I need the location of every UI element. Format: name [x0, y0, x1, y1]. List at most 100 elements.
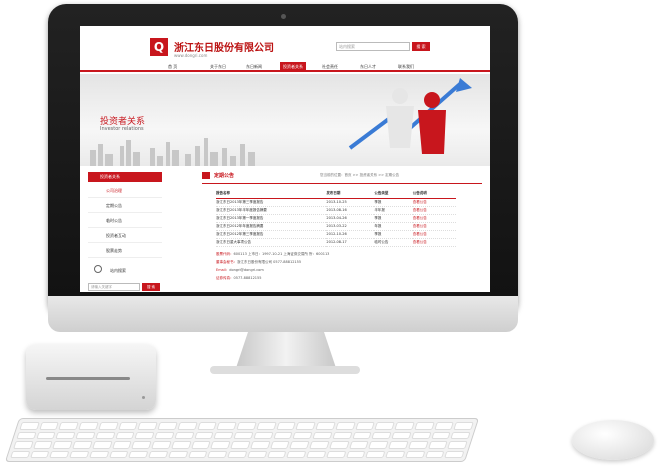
key [256, 422, 277, 430]
key [111, 441, 133, 449]
table-cell[interactable]: 查看公告 [412, 206, 456, 215]
nav-item[interactable]: 社会责任 [322, 64, 338, 70]
table-row[interactable]: 浙江东日2013年第三季度报告 2013-10-25 季报 查看公告 [216, 198, 456, 207]
key [368, 441, 389, 449]
info-text: dongri@dongri.com [229, 268, 264, 272]
table-cell[interactable]: 浙江东日2013年第三季度报告 [216, 198, 327, 207]
table-cell: 2013-08-16 [326, 206, 375, 215]
nav-item[interactable]: 投资者关系 [280, 62, 306, 72]
table-cell[interactable]: 查看公告 [412, 214, 456, 223]
column-header: 公告类型 [374, 190, 413, 199]
key [433, 422, 455, 430]
reports-table: 报告名称 发布日期 公告类型 公告说明 浙江东日2013年第三季度报告 2013-10-… [216, 190, 456, 247]
table-cell: 季报 [374, 198, 413, 207]
nav-item[interactable]: 首 页 [168, 64, 177, 70]
key [266, 450, 287, 458]
sidebar-item[interactable]: 临时公告 [88, 214, 162, 228]
nav-item[interactable]: 东日新闻 [246, 64, 262, 70]
table-row[interactable]: 浙江东日2012年年度报告摘要 2013-03-22 年报 查看公告 [216, 222, 456, 231]
key [29, 450, 51, 458]
key [233, 431, 254, 439]
table-row[interactable]: 浙江东日2013年半年度报告摘要 2013-08-16 半年报 查看公告 [216, 206, 456, 215]
main-nav: 首 页 关于东日 东日新闻 投资者关系 社会责任 东日人才 联系我们 [80, 62, 490, 72]
key [365, 450, 386, 458]
table-cell: 2013-10-25 [326, 198, 375, 207]
key [187, 450, 208, 458]
sidebar-search-input[interactable]: 请输入关键字 [88, 283, 140, 291]
key [312, 431, 333, 439]
key [72, 441, 93, 449]
sidebar-item[interactable]: 公司治理 [88, 184, 162, 198]
key [354, 422, 376, 430]
key [128, 450, 149, 458]
table-cell[interactable]: 查看公告 [412, 222, 456, 231]
site-header: Q 浙江东日股份有限公司 www.dongri.com 站内搜索 搜 索 [80, 26, 490, 62]
key [385, 450, 406, 458]
imac-chin [48, 296, 518, 332]
sidebar-item[interactable]: 定期公告 [88, 199, 162, 213]
column-header: 报告名称 [216, 190, 327, 199]
company-logo-icon[interactable]: Q [150, 38, 168, 56]
column-header: 公告说明 [412, 190, 456, 199]
info-line: 证券传真：0577-88812155 [216, 276, 262, 281]
key [404, 450, 426, 458]
key [411, 431, 432, 439]
nav-item[interactable]: 联系我们 [398, 64, 414, 70]
key [444, 450, 465, 458]
table-cell[interactable]: 查看公告 [412, 230, 456, 239]
nav-item[interactable]: 东日人才 [360, 64, 376, 70]
key [16, 431, 37, 439]
key [315, 422, 336, 430]
key [450, 431, 471, 439]
key [332, 431, 353, 439]
key [177, 422, 198, 430]
key [92, 441, 113, 449]
key [292, 431, 313, 439]
key [58, 422, 80, 430]
info-label: 董事会秘书： [216, 260, 237, 264]
key [131, 441, 152, 449]
table-cell[interactable]: 查看公告 [412, 238, 456, 247]
key [157, 422, 178, 430]
key [151, 441, 172, 449]
table-row[interactable]: 浙江东日2012年第三季度报告 2012-10-26 季报 查看公告 [216, 230, 456, 239]
table-cell[interactable]: 浙江东日重大事项公告 [216, 238, 327, 247]
sidebar-item[interactable]: 投资者互动 [88, 229, 162, 243]
sidebar-search-button[interactable]: 搜 索 [142, 283, 160, 291]
key [36, 431, 57, 439]
info-line: 董事会秘书：浙江东日股份有限公司 0577-88812155 [216, 260, 301, 265]
key [10, 450, 31, 458]
mouse [572, 420, 654, 460]
table-cell[interactable]: 查看公告 [412, 198, 456, 207]
nav-item[interactable]: 关于东日 [210, 64, 226, 70]
title-divider [202, 183, 482, 184]
key [424, 450, 445, 458]
key [295, 422, 316, 430]
info-label: Email： [216, 268, 230, 272]
key [174, 431, 195, 439]
table-cell[interactable]: 浙江东日2013年第一季度报告 [216, 214, 327, 223]
key [137, 422, 159, 430]
table-cell: 2013-03-22 [326, 222, 375, 231]
table-cell[interactable]: 浙江东日2012年年度报告摘要 [216, 222, 327, 231]
key [134, 431, 155, 439]
key [39, 422, 60, 430]
table-cell: 季报 [374, 230, 413, 239]
info-label: 证券传真： [216, 276, 234, 280]
key [371, 431, 392, 439]
key [115, 431, 136, 439]
key [213, 431, 234, 439]
info-line: Email：dongri@dongri.com [216, 268, 264, 273]
table-cell[interactable]: 浙江东日2012年第三季度报告 [216, 230, 327, 239]
business-people-icon [348, 78, 472, 154]
site-search-input[interactable]: 站内搜索 [336, 42, 410, 51]
key [230, 441, 251, 449]
desktop-scene: Q 浙江东日股份有限公司 www.dongri.com 站内搜索 搜 索 首 页… [0, 0, 663, 473]
sidebar-item[interactable]: 股票走势 [88, 244, 162, 258]
table-row[interactable]: 浙江东日重大事项公告 2012-08-17 临时公告 查看公告 [216, 238, 456, 247]
site-search-button[interactable]: 搜 索 [412, 42, 430, 51]
table-row[interactable]: 浙江东日2013年第一季度报告 2013-04-26 季报 查看公告 [216, 214, 456, 223]
key [447, 441, 468, 449]
table-cell[interactable]: 浙江东日2013年半年度报告摘要 [216, 206, 327, 215]
key [289, 441, 310, 449]
